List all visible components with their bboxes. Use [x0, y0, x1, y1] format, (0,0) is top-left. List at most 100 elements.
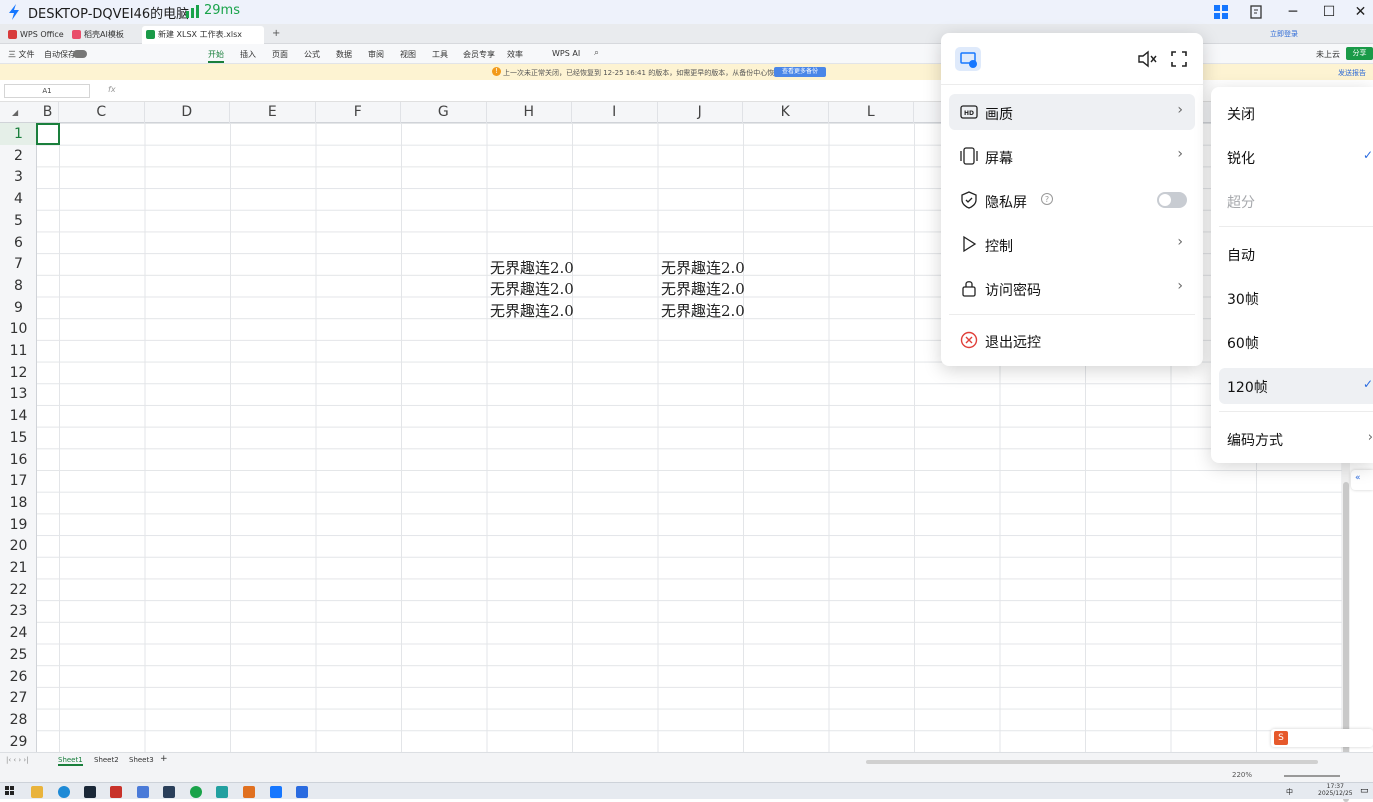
- sheet-tab-3[interactable]: Sheet3: [129, 756, 154, 764]
- cell-h9[interactable]: 无界趣连2.0: [490, 300, 574, 321]
- submenu-item-auto[interactable]: 自动: [1219, 236, 1373, 272]
- help-icon[interactable]: ?: [1041, 193, 1053, 205]
- send-report-link[interactable]: 发送报告: [1338, 68, 1366, 78]
- submenu-item-30fps[interactable]: 30帧: [1219, 280, 1373, 316]
- windows-start-icon[interactable]: [5, 786, 15, 796]
- column-header-cell[interactable]: H: [487, 102, 572, 123]
- row-header-cell[interactable]: 12: [0, 362, 37, 384]
- menu-insert[interactable]: 插入: [240, 49, 256, 60]
- exit-remote-button[interactable]: 退出远控: [949, 322, 1195, 358]
- menu-wps-ai[interactable]: WPS AI: [552, 49, 580, 58]
- submenu-item-sharpen[interactable]: 锐化 ✓: [1219, 139, 1373, 175]
- search-icon[interactable]: ⌕: [594, 48, 599, 58]
- menu-formula[interactable]: 公式: [304, 49, 320, 60]
- app-icon[interactable]: [296, 786, 308, 798]
- menu-item-quality[interactable]: HD 画质 ›: [949, 94, 1195, 130]
- row-header-cell[interactable]: 21: [0, 557, 37, 579]
- maximize-button[interactable]: ☐: [1312, 0, 1346, 24]
- column-header-cell[interactable]: J: [658, 102, 743, 123]
- share-button[interactable]: 分享: [1346, 47, 1373, 60]
- menu-item-privacy-screen[interactable]: 隐私屏 ?: [949, 182, 1195, 218]
- edge-icon[interactable]: [58, 786, 70, 798]
- steam-icon[interactable]: [84, 786, 96, 798]
- submenu-item-120fps[interactable]: 120帧 ✓: [1219, 368, 1373, 404]
- add-tab-icon[interactable]: +: [272, 28, 280, 39]
- tab-template[interactable]: 稻壳AI模板: [68, 26, 138, 44]
- cell-j8[interactable]: 无界趣连2.0: [661, 278, 745, 299]
- sheet-nav-arrows-icon[interactable]: |‹ ‹ › ›|: [6, 756, 29, 764]
- column-header-cell[interactable]: L: [829, 102, 914, 123]
- cell-h8[interactable]: 无界趣连2.0: [490, 278, 574, 299]
- column-header-cell[interactable]: E: [230, 102, 316, 123]
- sheet-tab-2[interactable]: Sheet2: [94, 756, 119, 764]
- tab-wps-office[interactable]: WPS Office: [4, 26, 64, 44]
- column-header-cell[interactable]: F: [316, 102, 401, 123]
- ime-indicator[interactable]: 中: [1286, 787, 1293, 797]
- menu-tools[interactable]: 工具: [432, 49, 448, 60]
- row-header-cell[interactable]: 11: [0, 340, 37, 362]
- row-header-cell[interactable]: 4: [0, 188, 37, 210]
- column-header-cell[interactable]: I: [572, 102, 658, 123]
- row-header-cell[interactable]: 23: [0, 600, 37, 622]
- app-icon[interactable]: [137, 786, 149, 798]
- column-header-cell[interactable]: B: [37, 102, 59, 123]
- login-link[interactable]: 立即登录: [1270, 29, 1298, 39]
- column-header-cell[interactable]: C: [59, 102, 145, 123]
- menu-efficiency[interactable]: 效率: [507, 49, 523, 60]
- row-header-cell[interactable]: 8: [0, 275, 37, 297]
- row-header-cell[interactable]: 29: [0, 731, 37, 752]
- cell-j9[interactable]: 无界趣连2.0: [661, 300, 745, 321]
- menu-view[interactable]: 视图: [400, 49, 416, 60]
- wps-taskbar-icon[interactable]: [110, 786, 122, 798]
- row-header-cell[interactable]: 18: [0, 492, 37, 514]
- menu-data[interactable]: 数据: [336, 49, 352, 60]
- menu-review[interactable]: 审阅: [368, 49, 384, 60]
- row-header-cell[interactable]: 7: [0, 253, 37, 275]
- name-box[interactable]: A1: [4, 84, 90, 98]
- cloud-status[interactable]: 未上云: [1316, 49, 1340, 60]
- steam-alt-icon[interactable]: [163, 786, 175, 798]
- row-header-cell[interactable]: 10: [0, 318, 37, 340]
- ime-toolbar[interactable]: S: [1271, 729, 1373, 747]
- row-header-cell[interactable]: 1: [0, 123, 37, 145]
- row-header-cell[interactable]: 28: [0, 709, 37, 731]
- menu-member[interactable]: 会员专享: [463, 49, 495, 60]
- select-all-icon[interactable]: ◢: [12, 108, 18, 117]
- row-header-cell[interactable]: 2: [0, 145, 37, 167]
- row-header-cell[interactable]: 3: [0, 166, 37, 188]
- menu-page[interactable]: 页面: [272, 49, 288, 60]
- row-header-cell[interactable]: 22: [0, 579, 37, 601]
- submenu-item-off[interactable]: 关闭: [1219, 95, 1373, 131]
- sheet-tab-1[interactable]: Sheet1: [58, 756, 83, 766]
- fullscreen-icon[interactable]: [1171, 51, 1187, 67]
- submenu-item-60fps[interactable]: 60帧: [1219, 324, 1373, 360]
- row-header-cell[interactable]: 19: [0, 514, 37, 536]
- column-header-cell[interactable]: K: [743, 102, 829, 123]
- side-expand-tab[interactable]: «: [1351, 470, 1373, 490]
- autosave-toggle[interactable]: [73, 50, 87, 58]
- cell-j7[interactable]: 无界趣连2.0: [661, 257, 745, 278]
- column-header-cell[interactable]: D: [145, 102, 230, 123]
- add-sheet-icon[interactable]: +: [160, 754, 168, 764]
- horizontal-scrollbar[interactable]: [866, 760, 1318, 764]
- xbox-icon[interactable]: [190, 786, 202, 798]
- cell-h7[interactable]: 无界趣连2.0: [490, 257, 574, 278]
- grid-view-button[interactable]: [1204, 0, 1238, 24]
- close-button[interactable]: ✕: [1348, 0, 1373, 24]
- mute-icon[interactable]: [1137, 50, 1157, 68]
- row-header-cell[interactable]: 20: [0, 535, 37, 557]
- row-header-cell[interactable]: 9: [0, 297, 37, 319]
- privacy-screen-toggle[interactable]: [1157, 192, 1187, 208]
- zoom-level[interactable]: 220%: [1232, 771, 1252, 779]
- active-cell[interactable]: [36, 123, 60, 145]
- menu-item-access-password[interactable]: 访问密码 ›: [949, 270, 1195, 306]
- remote-screen-icon[interactable]: [955, 47, 981, 71]
- row-header-cell[interactable]: 16: [0, 449, 37, 471]
- row-header-cell[interactable]: 15: [0, 427, 37, 449]
- fx-icon[interactable]: fx: [108, 85, 116, 94]
- row-header-cell[interactable]: 24: [0, 622, 37, 644]
- submenu-item-encoding[interactable]: 编码方式 ›: [1219, 421, 1373, 457]
- zoom-slider[interactable]: [1284, 775, 1340, 777]
- row-header-cell[interactable]: 13: [0, 383, 37, 405]
- row-header-cell[interactable]: 14: [0, 405, 37, 427]
